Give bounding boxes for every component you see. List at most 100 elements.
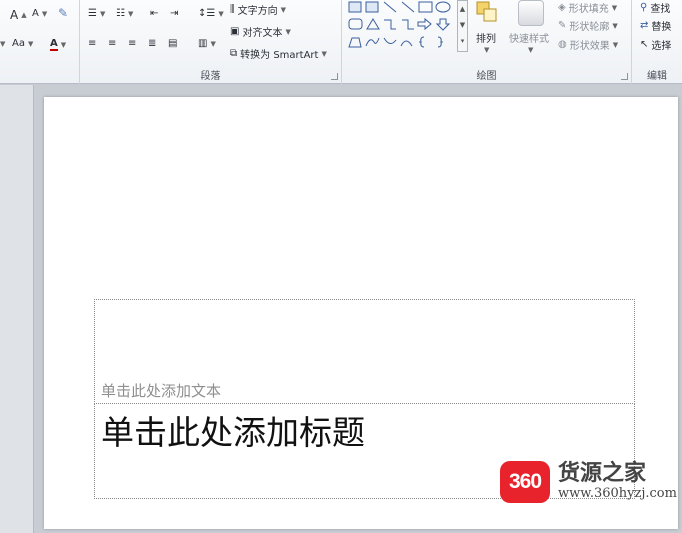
scroll-up-icon[interactable]: ▲ [458,1,467,17]
shape-fill-button[interactable]: ◈ 形状填充 ▼ [558,0,617,15]
distributed-button[interactable]: ▤ [168,38,177,49]
paragraph-dialog-launcher[interactable] [331,73,338,80]
ribbon: A ▲ A ▼ ✎ ▼ Aa ▼ A ▼ ☰ ▼ ☷ ▼ ⇤ ⇥ ↕☰ ▼ ≡ ≡ ≡ ≣ ▤ [0,0,682,84]
shrink-font-icon: A [32,8,39,19]
scribble-icon[interactable] [365,37,380,47]
rectangle-icon[interactable] [418,1,433,13]
cursor-icon: ↖ [640,39,649,50]
scroll-down-icon[interactable]: ▼ [458,17,467,33]
subtitle-placeholder-text: 单击此处添加文本 [101,382,222,400]
shape-effects-label: 形状效果 [569,41,610,52]
justify-button[interactable]: ≣ [148,38,156,49]
down-arrow-icon[interactable] [435,18,451,31]
replace-icon: ⇄ [640,20,649,31]
right-brace-icon[interactable] [437,36,443,48]
watermark-url: www.360hyzj.com [558,486,677,501]
decrease-indent-icon: ⇤ [150,8,159,19]
oval-icon[interactable] [435,1,451,13]
smartart-icon: ⧉ [230,48,238,59]
vertical-textbox-icon[interactable] [365,1,379,13]
font-color-icon: A [50,38,58,51]
clear-format-button[interactable]: ✎ [58,6,68,20]
elbow-connector-icon[interactable] [384,19,396,30]
grow-font-icon: A [10,8,19,22]
distributed-icon: ▤ [168,38,178,49]
increase-indent-button[interactable]: ⇥ [170,8,178,19]
find-label: 查找 [650,4,671,15]
align-left-button[interactable]: ≡ [88,38,96,49]
align-center-button[interactable]: ≡ [108,38,116,49]
arrange-icon [476,1,497,22]
columns-button[interactable]: ▥ ▼ [198,38,216,49]
freeform-icon[interactable] [348,37,362,48]
align-text-icon: ▣ [230,26,240,37]
align-right-button[interactable]: ≡ [128,38,136,49]
left-brace-icon[interactable] [419,36,425,48]
arrange-button[interactable]: 排列 ▼ [472,0,502,60]
change-case-icon: Aa [12,38,25,49]
quick-styles-button[interactable]: 快速样式 ▼ [506,0,556,60]
text-direction-label: 文字方向 [237,6,278,17]
curve-icon[interactable] [383,37,397,44]
bullets-button[interactable]: ☰ ▼ [88,8,105,19]
grow-font-button[interactable]: A ▲ [10,8,27,22]
font-color-button[interactable]: A ▼ [50,38,66,51]
quick-styles-icon [518,0,544,26]
shapes-gallery[interactable] [346,0,456,52]
drawing-group-label: 绘图 [476,71,497,82]
shape-fill-label: 形状填充 [568,4,609,15]
gallery-expand-icon[interactable]: ▾ [458,33,467,49]
paragraph-group-label: 段落 [200,71,221,82]
text-direction-icon: ⫼ [230,4,235,15]
numbering-button[interactable]: ☷ ▼ [116,8,133,19]
line-spacing-icon: ↕☰ [198,8,216,19]
line-icon[interactable] [383,1,397,13]
find-button[interactable]: ⚲ 查找 [640,0,670,15]
numbering-icon: ☷ [116,8,125,19]
rounded-rectangle-icon[interactable] [348,18,363,30]
vertical-ruler [0,85,34,533]
arrange-caret: ▼ [484,46,490,54]
right-arrow-icon[interactable] [417,17,432,31]
subtitle-placeholder[interactable]: 单击此处添加文本 [94,299,635,404]
quick-styles-label: 快速样式 [509,34,549,45]
triangle-icon[interactable] [366,18,380,30]
align-right-icon: ≡ [128,38,137,49]
align-text-label: 对齐文本 [242,28,283,39]
select-button[interactable]: ↖ 选择 [640,37,671,52]
binoculars-icon: ⚲ [640,2,648,13]
replace-button[interactable]: ⇄ 替换 [640,18,671,33]
convert-smartart-button[interactable]: ⧉ 转换为 SmartArt ▼ [230,46,327,61]
arrow-line-icon[interactable] [401,1,415,13]
line-spacing-button[interactable]: ↕☰ ▼ [198,8,224,19]
textbox-icon[interactable] [348,1,362,13]
watermark-badge: 360 [500,461,550,503]
pen-icon: ✎ [558,20,567,31]
paint-bucket-icon: ◈ [558,2,566,13]
shape-effects-button[interactable]: ◍ 形状效果 ▼ [558,37,618,52]
arrange-label: 排列 [476,34,496,45]
font-size-caret[interactable]: ▼ [0,40,5,48]
select-label: 选择 [651,41,672,52]
columns-icon: ▥ [198,38,208,49]
shape-outline-button[interactable]: ✎ 形状轮廓 ▼ [558,18,618,33]
elbow-arrow-connector-icon[interactable] [402,19,414,30]
increase-indent-icon: ⇥ [170,8,179,19]
arc-icon[interactable] [400,40,413,47]
watermark-text: 货源之家 www.360hyzj.com [558,462,677,502]
watermark-title: 货源之家 [558,461,647,486]
text-direction-button[interactable]: ⫼ 文字方向 ▼ [230,2,286,17]
shapes-scrollbar[interactable]: ▲ ▼ ▾ [457,0,468,52]
align-center-icon: ≡ [108,38,117,49]
editing-group-label: 编辑 [647,71,667,82]
replace-label: 替换 [651,22,672,33]
watermark-logo: 360 货源之家 www.360hyzj.com [500,456,678,508]
effects-icon: ◍ [558,39,567,50]
quick-styles-caret: ▼ [528,46,534,54]
drawing-dialog-launcher[interactable] [621,73,628,80]
decrease-indent-button[interactable]: ⇤ [150,8,158,19]
align-left-icon: ≡ [88,38,97,49]
align-text-button[interactable]: ▣ 对齐文本 ▼ [230,24,291,39]
shrink-font-button[interactable]: A ▼ [32,8,47,19]
change-case-button[interactable]: Aa ▼ [12,38,33,49]
